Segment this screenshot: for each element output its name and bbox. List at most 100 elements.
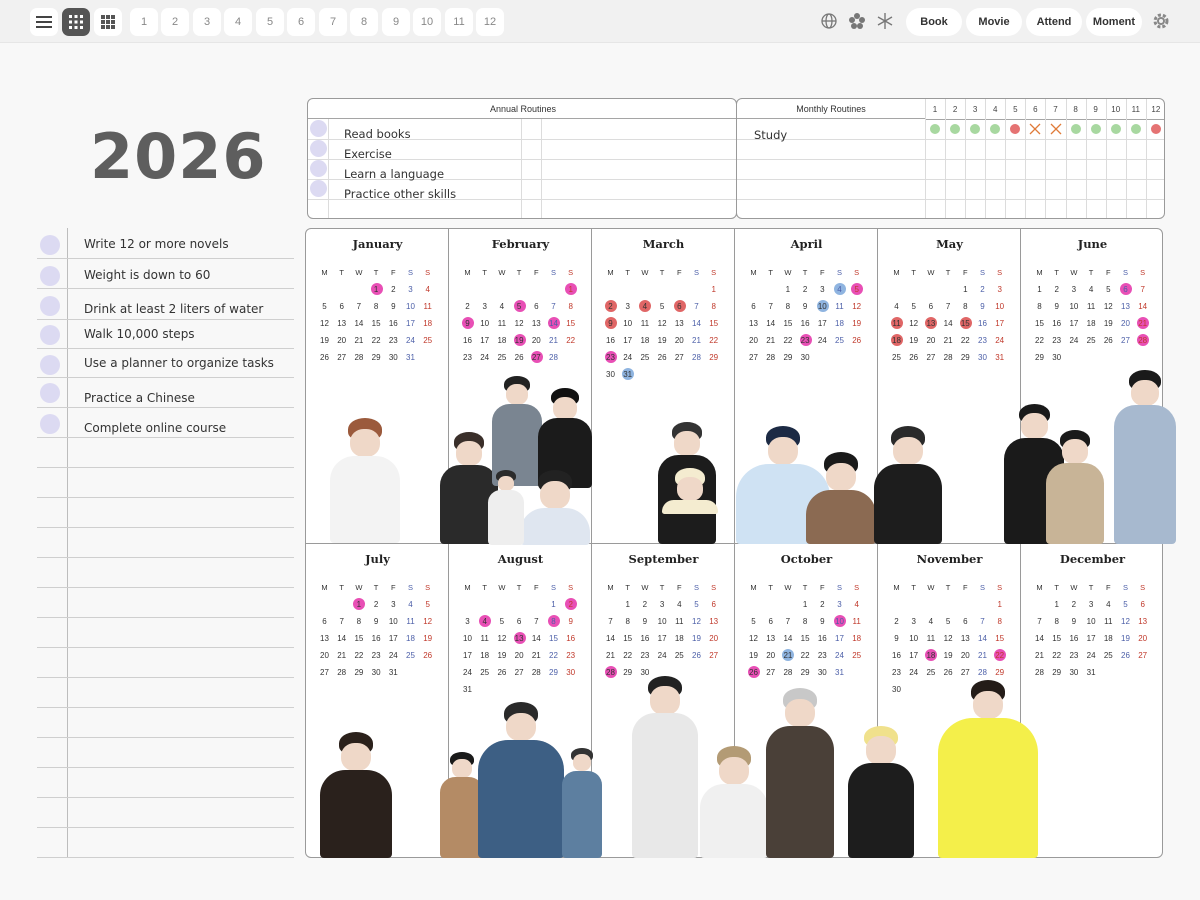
routine-done-mark[interactable] [1070, 124, 1081, 134]
calendar-day[interactable]: 9 [814, 615, 831, 628]
calendar-day[interactable]: 18 [1100, 632, 1117, 645]
calendar-day[interactable]: 21 [545, 334, 562, 347]
calendar-day[interactable]: 23 [797, 334, 814, 347]
calendar-day[interactable]: 15 [705, 317, 722, 330]
calendar-day[interactable]: 23 [974, 334, 991, 347]
calendar-day[interactable]: 2 [368, 598, 385, 611]
calendar-day[interactable]: 4 [402, 598, 419, 611]
calendar-day[interactable]: 11 [1083, 300, 1100, 313]
month-tab-11[interactable]: 11 [445, 8, 473, 36]
calendar-day[interactable]: 23 [1065, 649, 1082, 662]
calendar-day[interactable]: 17 [1083, 632, 1100, 645]
calendar-day[interactable]: 30 [797, 351, 814, 364]
routine-checkbox[interactable] [310, 160, 327, 177]
calendar-day[interactable]: 8 [562, 300, 579, 313]
calendar-day[interactable]: 13 [957, 632, 974, 645]
calendar-day[interactable]: 27 [333, 351, 350, 364]
calendar-day[interactable]: 15 [368, 317, 385, 330]
goal-row[interactable]: Weight is down to 60 [37, 259, 294, 289]
calendar-day[interactable]: 16 [1065, 632, 1082, 645]
month-december[interactable]: December M T W T F S S 1 2 3 4 5 6 7 8 9 10 11 12 13 14 15 16 17… [1021, 544, 1162, 857]
calendar-day[interactable]: 5 [493, 615, 510, 628]
goal-row-empty[interactable] [37, 768, 294, 798]
calendar-day[interactable]: 6 [333, 300, 350, 313]
calendar-day[interactable]: 12 [419, 615, 436, 628]
calendar-day[interactable]: 24 [654, 649, 671, 662]
calendar-day[interactable]: 26 [848, 334, 865, 347]
calendar-day[interactable]: 31 [991, 351, 1008, 364]
month-tab-5[interactable]: 5 [256, 8, 284, 36]
calendar-day[interactable]: 11 [493, 317, 510, 330]
calendar-day[interactable]: 18 [402, 632, 419, 645]
snowflake-icon[interactable] [876, 12, 894, 30]
calendar-day[interactable]: 27 [671, 351, 688, 364]
calendar-day[interactable]: 9 [368, 615, 385, 628]
goal-row[interactable]: Write 12 or more novels [37, 228, 294, 259]
calendar-day[interactable]: 15 [350, 632, 367, 645]
calendar-day[interactable]: 6 [705, 598, 722, 611]
calendar-day[interactable]: 10 [385, 615, 402, 628]
calendar-day[interactable]: 16 [368, 632, 385, 645]
month-tab-8[interactable]: 8 [350, 8, 378, 36]
calendar-day[interactable]: 11 [922, 632, 939, 645]
calendar-day[interactable]: 13 [1134, 615, 1151, 628]
calendar-day[interactable]: 22 [1048, 649, 1065, 662]
calendar-day[interactable]: 13 [762, 632, 779, 645]
month-tab-10[interactable]: 10 [413, 8, 441, 36]
calendar-day[interactable]: 21 [974, 649, 991, 662]
calendar-day[interactable]: 26 [511, 351, 528, 364]
calendar-day[interactable]: 25 [419, 334, 436, 347]
photo-sticker[interactable] [488, 470, 524, 545]
calendar-day[interactable]: 31 [402, 351, 419, 364]
calendar-day[interactable]: 5 [848, 283, 865, 296]
calendar-day[interactable]: 3 [905, 615, 922, 628]
photo-sticker[interactable] [320, 732, 392, 858]
goal-checkbox[interactable] [40, 266, 60, 286]
routine-done-mark[interactable] [950, 124, 961, 134]
calendar-day[interactable]: 19 [905, 334, 922, 347]
calendar-day[interactable]: 2 [602, 300, 619, 313]
calendar-day[interactable]: 24 [814, 334, 831, 347]
photo-sticker[interactable] [700, 746, 768, 858]
calendar-day[interactable]: 1 [350, 598, 367, 611]
calendar-day[interactable]: 14 [602, 632, 619, 645]
calendar-day[interactable]: 13 [528, 317, 545, 330]
calendar-day[interactable]: 23 [814, 649, 831, 662]
calendar-day[interactable]: 6 [316, 615, 333, 628]
calendar-day[interactable]: 3 [1065, 283, 1082, 296]
calendar-day[interactable]: 19 [654, 334, 671, 347]
calendar-day[interactable]: 23 [602, 351, 619, 364]
calendar-day[interactable]: 26 [654, 351, 671, 364]
calendar-day[interactable]: 7 [545, 300, 562, 313]
calendar-day[interactable]: 2 [459, 300, 476, 313]
calendar-day[interactable]: 30 [562, 666, 579, 679]
photo-sticker[interactable] [330, 418, 400, 543]
calendar-day[interactable]: 5 [316, 300, 333, 313]
calendar-day[interactable]: 22 [1031, 334, 1048, 347]
calendar-day[interactable]: 18 [493, 334, 510, 347]
calendar-day[interactable]: 15 [991, 632, 1008, 645]
calendar-day[interactable]: 3 [402, 283, 419, 296]
calendar-day[interactable]: 10 [619, 317, 636, 330]
photo-sticker[interactable] [1046, 430, 1104, 544]
calendar-day[interactable]: 4 [636, 300, 653, 313]
goal-checkbox[interactable] [40, 325, 60, 345]
calendar-day[interactable]: 21 [333, 649, 350, 662]
goal-row-empty[interactable] [37, 648, 294, 678]
calendar-day[interactable]: 13 [705, 615, 722, 628]
calendar-day[interactable]: 29 [350, 666, 367, 679]
photo-sticker[interactable] [938, 680, 1038, 858]
calendar-day[interactable]: 7 [1134, 283, 1151, 296]
calendar-day[interactable]: 24 [459, 666, 476, 679]
calendar-day[interactable]: 20 [745, 334, 762, 347]
calendar-day[interactable]: 26 [419, 649, 436, 662]
calendar-day[interactable]: 14 [779, 632, 796, 645]
calendar-day[interactable]: 3 [991, 283, 1008, 296]
goal-row-empty[interactable] [37, 558, 294, 588]
goal-checkbox[interactable] [40, 296, 60, 316]
calendar-day[interactable]: 17 [385, 632, 402, 645]
calendar-day[interactable]: 12 [654, 317, 671, 330]
calendar-day[interactable]: 8 [1048, 615, 1065, 628]
calendar-day[interactable]: 18 [1083, 317, 1100, 330]
calendar-day[interactable]: 12 [905, 317, 922, 330]
